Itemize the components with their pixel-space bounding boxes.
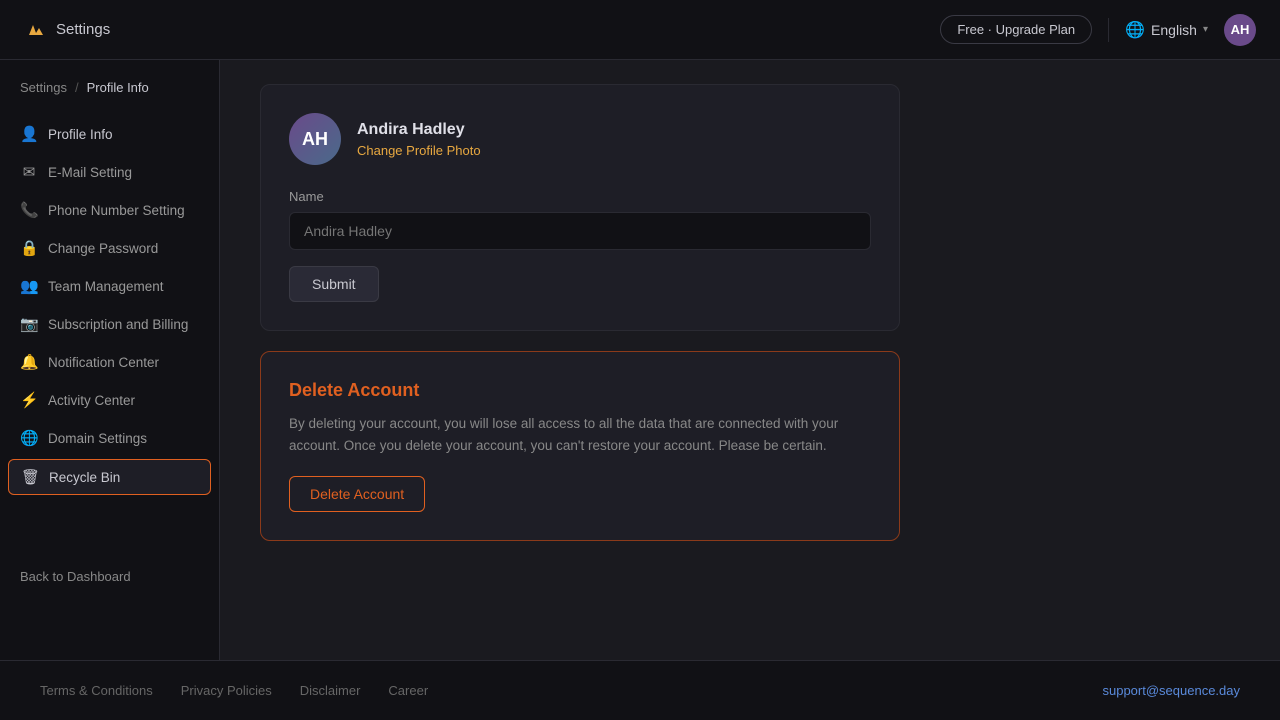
footer-disclaimer-link[interactable]: Disclaimer [300, 683, 361, 698]
language-selector[interactable]: 🌐 English ▾ [1125, 20, 1208, 40]
content-area: AH Andira Hadley Change Profile Photo Na… [220, 60, 1280, 660]
back-to-dashboard[interactable]: Back to Dashboard [0, 557, 219, 596]
logo-icon [24, 18, 48, 42]
name-input[interactable] [289, 212, 871, 250]
profile-card: AH Andira Hadley Change Profile Photo Na… [260, 84, 900, 331]
change-photo-link[interactable]: Change Profile Photo [357, 143, 481, 158]
topbar-right: Free · Upgrade Plan 🌐 English ▾ AH [940, 14, 1256, 46]
sidebar-item-label: Subscription and Billing [48, 317, 188, 332]
sidebar-item-label: Activity Center [48, 393, 135, 408]
trash-icon: 🗑 [21, 468, 39, 486]
footer-career-link[interactable]: Career [388, 683, 428, 698]
sidebar-item-label: Team Management [48, 279, 164, 294]
sidebar-item-label: Profile Info [48, 127, 113, 142]
sidebar-item-label: E-Mail Setting [48, 165, 132, 180]
upgrade-button[interactable]: Free · Upgrade Plan [940, 15, 1092, 44]
sidebar-item-recycle-bin[interactable]: 🗑 Recycle Bin [8, 459, 211, 495]
sidebar-item-change-password[interactable]: 🔒 Change Password [0, 229, 219, 267]
breadcrumb: Settings / Profile Info [0, 80, 219, 115]
sidebar-item-label: Phone Number Setting [48, 203, 185, 218]
profile-info: Andira Hadley Change Profile Photo [357, 121, 481, 158]
topbar-divider [1108, 18, 1109, 42]
main-layout: Settings / Profile Info 👤 Profile Info ✉… [0, 60, 1280, 660]
avatar[interactable]: AH [1224, 14, 1256, 46]
team-icon: 👥 [20, 277, 38, 295]
submit-button[interactable]: Submit [289, 266, 379, 302]
billing-icon: 📷 [20, 315, 38, 333]
activity-icon: ⚡ [20, 391, 38, 409]
sidebar-item-email-setting[interactable]: ✉ E-Mail Setting [0, 153, 219, 191]
globe-icon: 🌐 [1125, 20, 1145, 40]
bell-icon: 🔔 [20, 353, 38, 371]
topbar-left: Settings [24, 18, 110, 42]
topbar: Settings Free · Upgrade Plan 🌐 English ▾… [0, 0, 1280, 60]
sidebar-item-domain-settings[interactable]: 🌐 Domain Settings [0, 419, 219, 457]
sidebar-item-subscription-billing[interactable]: 📷 Subscription and Billing [0, 305, 219, 343]
delete-account-card: Delete Account By deleting your account,… [260, 351, 900, 541]
sidebar-item-notification-center[interactable]: 🔔 Notification Center [0, 343, 219, 381]
sidebar-item-profile-info[interactable]: 👤 Profile Info [0, 115, 219, 153]
sidebar: Settings / Profile Info 👤 Profile Info ✉… [0, 60, 220, 660]
chevron-down-icon: ▾ [1203, 24, 1208, 35]
breadcrumb-current: Profile Info [87, 80, 149, 95]
delete-account-button[interactable]: Delete Account [289, 476, 425, 512]
sidebar-item-label: Notification Center [48, 355, 159, 370]
nav-gap [0, 497, 219, 557]
sidebar-item-activity-center[interactable]: ⚡ Activity Center [0, 381, 219, 419]
footer-links: Terms & Conditions Privacy Policies Disc… [40, 683, 428, 698]
breadcrumb-separator: / [75, 80, 79, 95]
delete-account-description: By deleting your account, you will lose … [289, 413, 871, 456]
footer-email[interactable]: support@sequence.day [1102, 683, 1240, 698]
user-icon: 👤 [20, 125, 38, 143]
lock-icon: 🔒 [20, 239, 38, 257]
sidebar-item-label: Recycle Bin [49, 470, 120, 485]
name-label: Name [289, 189, 871, 204]
footer: Terms & Conditions Privacy Policies Disc… [0, 660, 1280, 720]
language-label: English [1151, 22, 1197, 38]
sidebar-item-phone-setting[interactable]: 📞 Phone Number Setting [0, 191, 219, 229]
phone-icon: 📞 [20, 201, 38, 219]
sidebar-item-label: Domain Settings [48, 431, 147, 446]
footer-terms-link[interactable]: Terms & Conditions [40, 683, 153, 698]
profile-avatar: AH [289, 113, 341, 165]
sidebar-item-team-management[interactable]: 👥 Team Management [0, 267, 219, 305]
breadcrumb-parent[interactable]: Settings [20, 80, 67, 95]
email-icon: ✉ [20, 163, 38, 181]
globe-nav-icon: 🌐 [20, 429, 38, 447]
sidebar-item-label: Change Password [48, 241, 158, 256]
profile-name: Andira Hadley [357, 121, 481, 139]
topbar-title: Settings [56, 21, 110, 38]
delete-account-title: Delete Account [289, 380, 871, 401]
footer-privacy-link[interactable]: Privacy Policies [181, 683, 272, 698]
profile-header: AH Andira Hadley Change Profile Photo [289, 113, 871, 165]
